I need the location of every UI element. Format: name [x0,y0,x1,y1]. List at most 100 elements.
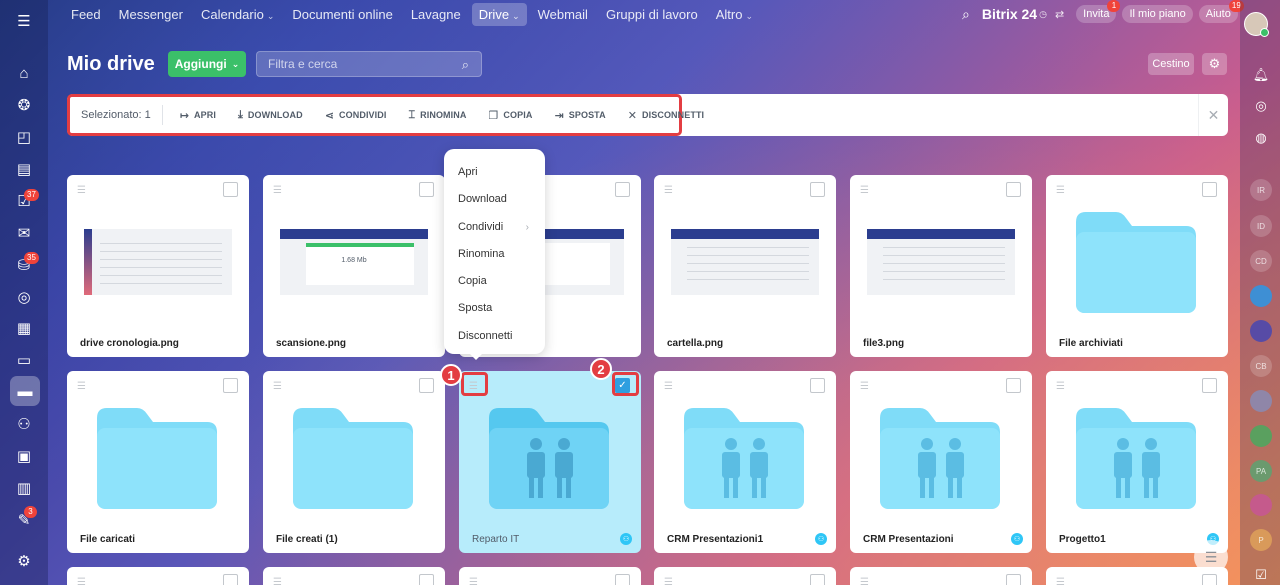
sync-icon[interactable]: ⇄ [1055,8,1064,21]
file-card[interactable]: ☰ [850,567,1032,585]
drive-icon[interactable]: ▬ [10,376,40,406]
file-card[interactable]: ☰ [654,567,836,585]
help-button[interactable]: Aiuto 19 [1198,0,1244,23]
menu-item-copy[interactable]: Copia [444,268,545,295]
group-icon[interactable]: ⚇ [14,414,34,434]
card-checkbox[interactable] [1006,378,1021,393]
card-checkbox[interactable] [223,182,238,197]
card-checkbox[interactable] [810,574,825,585]
copilot-icon[interactable]: ◎ [1251,96,1271,116]
drag-handle-icon[interactable]: ☰ [860,185,869,196]
contact-avatar[interactable]: CD [1250,250,1272,272]
settings-sidebar-icon[interactable]: ⚙ [14,551,34,571]
invite-button[interactable]: Invita 1 [1076,0,1121,23]
disconnect-action[interactable]: ✕ DISCONNETTI [628,109,704,122]
card-checkbox[interactable] [810,182,825,197]
card-checkbox[interactable] [810,378,825,393]
file-card[interactable]: ☰ [263,567,445,585]
close-icon[interactable]: ✕ [1198,94,1228,136]
menu-icon[interactable]: ☰ [14,11,34,31]
menu-item-move[interactable]: Sposta [444,295,545,322]
drag-handle-icon[interactable]: ☰ [273,185,282,196]
add-button[interactable]: Aggiungi ⌄ [168,51,246,77]
drag-handle-icon[interactable]: ☰ [860,381,869,392]
drag-handle-icon[interactable]: ☰ [1056,185,1065,196]
drag-handle-icon[interactable]: ☰ [664,577,673,585]
my-plan-button[interactable]: Il mio piano [1122,5,1193,23]
folder-card[interactable]: ☰ File archiviati [1046,175,1228,357]
search-icon[interactable]: ⌕ [462,57,469,73]
card-checkbox[interactable] [419,574,434,585]
chat-avatar[interactable] [1250,320,1272,342]
contact-avatar[interactable]: CB [1250,355,1272,377]
shared-folder-card[interactable]: ☰ CRM Presentazioni1 ⚇ [654,371,836,553]
file-card[interactable]: ☰ cartella.png [654,175,836,357]
sites-icon[interactable]: ▣ [14,446,34,466]
shared-folder-card[interactable]: ☰ CRM Presentazioni ⚇ [850,371,1032,553]
menu-item-share[interactable]: Condividi › [444,214,545,241]
folder-card[interactable]: ☰ File creati (1) [263,371,445,553]
chat-avatar[interactable] [1250,494,1272,516]
target-icon[interactable]: ◎ [14,287,34,307]
calendar-icon[interactable]: ▦ [14,318,34,338]
drag-handle-icon[interactable]: ☰ [664,381,673,392]
menu-item-rename[interactable]: Rinomina [444,241,545,268]
shared-folder-card[interactable]: ☰ Progetto1 ⚇ [1046,371,1228,553]
nav-webmail[interactable]: Webmail [531,3,595,26]
card-checkbox[interactable] [615,574,630,585]
chat-avatar[interactable] [1250,285,1272,307]
file-card[interactable]: ☰ [67,567,249,585]
nav-more[interactable]: Altro ⌄ [709,3,760,26]
share-action[interactable]: ⋖ CONDIVIDI [325,109,387,122]
card-checkbox[interactable] [1202,378,1217,393]
copy-action[interactable]: ❐ COPIA [488,109,532,122]
contact-avatar[interactable]: P [1250,529,1272,551]
tasks-list-icon[interactable]: ☑ [1251,565,1271,585]
drag-handle-icon[interactable]: ☰ [1056,577,1065,585]
card-checkbox[interactable] [419,182,434,197]
drag-handle-icon[interactable]: ☰ [273,381,282,392]
menu-item-disconnect[interactable]: Disconnetti [444,323,545,350]
document-icon[interactable]: ▭ [14,350,34,370]
menu-item-open[interactable]: Apri [444,159,545,186]
bell-icon[interactable]: 🔔︎ [1251,65,1271,85]
support-chat-icon[interactable]: ◍ [1251,128,1271,148]
nav-calendar[interactable]: Calendario ⌄ [194,3,281,26]
card-checkbox[interactable] [223,378,238,393]
file-card[interactable]: ☰ 1.68 Mb scansione.png [263,175,445,357]
gear-icon[interactable]: ⚙ [1202,53,1227,75]
drag-handle-icon[interactable]: ☰ [860,577,869,585]
card-checkbox[interactable] [1006,182,1021,197]
home-icon[interactable]: ⌂ [14,63,34,83]
menu-item-download[interactable]: Download [444,186,545,213]
contact-avatar[interactable]: PA [1250,460,1272,482]
feed-icon[interactable]: ▤ [14,159,34,179]
file-card[interactable]: ☰ file3.png [850,175,1032,357]
card-checkbox[interactable] [1006,574,1021,585]
nav-feed[interactable]: Feed [64,3,108,26]
nav-workgroups[interactable]: Gruppi di lavoro [599,3,705,26]
card-checkbox[interactable] [1202,182,1217,197]
folder-card[interactable]: ☰ File caricati [67,371,249,553]
drag-handle-icon[interactable]: ☰ [1056,381,1065,392]
group-avatar[interactable] [1250,390,1272,412]
card-checkbox[interactable] [419,378,434,393]
rename-action[interactable]: ⌶ RINOMINA [408,109,466,122]
card-checkbox[interactable] [223,574,238,585]
file-card[interactable]: ☰ drive cronologia.png [67,175,249,357]
group-avatar[interactable] [1250,425,1272,447]
download-action[interactable]: ⤓ DOWNLOAD [238,109,303,122]
nav-documents[interactable]: Documenti online [285,3,399,26]
contact-avatar[interactable]: IR [1250,179,1272,201]
open-action[interactable]: ↦ APRI [180,109,216,122]
nav-messenger[interactable]: Messenger [112,3,190,26]
drag-handle-icon[interactable]: ☰ [77,381,86,392]
file-card[interactable]: ☰ [459,567,641,585]
drag-handle-icon[interactable]: ☰ [664,185,673,196]
move-action[interactable]: ⇥ SPOSTA [554,109,605,122]
search-icon[interactable]: ⌕ [962,6,970,23]
drag-handle-icon[interactable]: ☰ [77,577,86,585]
shared-folder-card-selected[interactable]: ☰ ✓ Reparto IT ⚇ [459,371,641,553]
trash-button[interactable]: Cestino [1148,53,1194,75]
nav-drive[interactable]: Drive ⌄ [471,2,527,26]
